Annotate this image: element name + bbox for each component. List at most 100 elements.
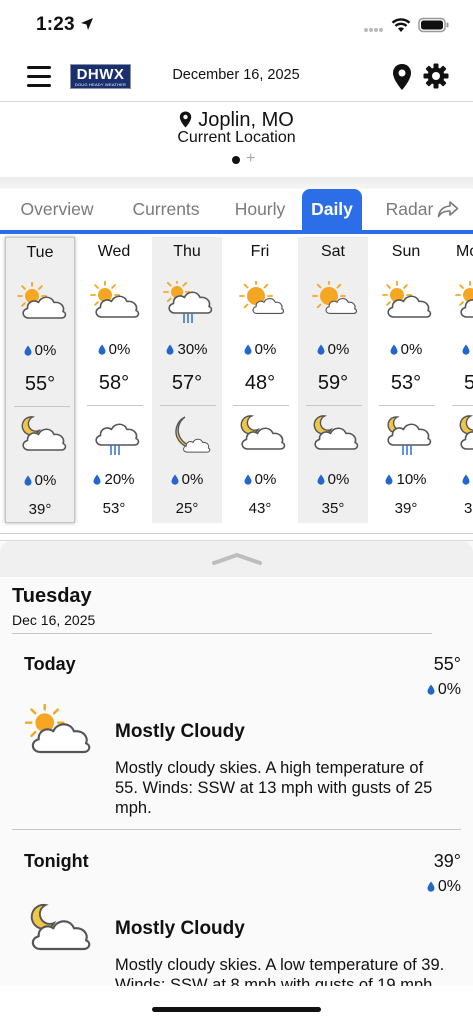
period-precip-value: 0% (437, 878, 461, 895)
night-precip: 20% (79, 471, 149, 488)
home-indicator[interactable] (152, 1007, 321, 1012)
location-subtitle: Current Location (177, 129, 296, 146)
day-high: 53° (390, 372, 422, 394)
day-precip-value: 0% (34, 342, 57, 359)
day-divider (379, 405, 435, 406)
raindrop-icon (427, 684, 435, 695)
day-name: Fri (250, 243, 270, 260)
day-precip: 0% (298, 341, 368, 358)
day-divider (306, 405, 362, 406)
raindrop-icon (24, 345, 32, 356)
sun-cloud-rain-icon (163, 281, 213, 323)
tab-hourly[interactable]: Hourly (224, 189, 296, 230)
day-high: 59° (317, 372, 349, 394)
day-divider (87, 405, 143, 406)
period-title: Tonight (24, 851, 89, 871)
day-high: 55° (24, 373, 56, 395)
add-location-button[interactable]: + (246, 150, 255, 168)
sheet-drag-handle[interactable] (0, 541, 473, 577)
day-precip: 0% (371, 341, 441, 358)
app-header: DHWX DOUG HEADY WEATHER December 16, 202… (0, 52, 473, 102)
raindrop-icon (462, 474, 470, 485)
header-date: December 16, 2025 (172, 67, 300, 83)
location-pin-icon[interactable] (391, 63, 413, 91)
period-condition: Mostly Cloudy (115, 721, 245, 742)
day-precip-value: 0% (327, 341, 350, 358)
raindrop-icon (171, 474, 179, 485)
day-column-fri[interactable]: Fri 0% 48° 0% 43° (225, 237, 295, 523)
location-pin-icon (180, 111, 192, 128)
period-condition: Mostly Cloudy (115, 918, 245, 939)
partly-cloudy-night-icon (313, 415, 359, 450)
tab-radar-label: Radar (385, 199, 434, 219)
tab-bar: Overview Currents Hourly Daily Radar (0, 189, 473, 230)
raindrop-icon (427, 881, 435, 892)
night-precip: 0% (6, 472, 74, 489)
period-today: Today 55° 0% Mostly Cloudy Mostly cloudy… (0, 654, 473, 854)
location-arrow-icon (81, 18, 93, 30)
night-precip-value: 0% (254, 471, 277, 488)
moon-cloud-rain-icon (387, 416, 432, 455)
tab-radar[interactable]: Radar (372, 189, 473, 230)
status-time: 1:23 (36, 14, 75, 35)
tab-overview[interactable]: Overview (8, 189, 106, 230)
day-precip-value: 30% (177, 341, 208, 358)
detail-divider (12, 633, 432, 634)
partly-sunny-icon (239, 281, 285, 315)
moon-cloud-icon (175, 416, 211, 453)
wifi-icon (391, 18, 411, 32)
day-divider (14, 406, 70, 407)
day-column-wed[interactable]: Wed 0% 58° 20% 53° (79, 237, 149, 523)
raindrop-icon (385, 474, 393, 485)
night-precip: 0% (152, 471, 222, 488)
tab-daily[interactable]: Daily (302, 189, 362, 230)
section-gap (0, 177, 473, 189)
tab-currents[interactable]: Currents (120, 189, 212, 230)
partly-cloudy-day-icon (382, 281, 432, 318)
day-column-mon[interactable]: Mon 1 5 1 3 (444, 237, 473, 523)
day-name: Thu (173, 243, 201, 260)
period-precip-value: 0% (437, 681, 461, 698)
night-precip: 1 (462, 471, 473, 488)
day-name: Sat (320, 243, 345, 260)
day-divider (160, 405, 216, 406)
day-precip-value: 0% (108, 341, 131, 358)
day-name: Wed (97, 243, 131, 260)
raindrop-icon (462, 344, 470, 355)
night-precip-value: 10% (396, 471, 427, 488)
location-block[interactable]: Joplin, MO Current Location + (0, 103, 473, 177)
partly-cloudy-day-icon (24, 704, 91, 754)
dhwx-logo: DHWX DOUG HEADY WEATHER (70, 64, 131, 89)
day-column-sat[interactable]: Sat 0% 59° 0% 35° (298, 237, 368, 523)
partly-cloudy-night-icon (240, 415, 286, 450)
chevron-up-icon (212, 553, 262, 565)
partly-cloudy-night-icon (459, 415, 473, 450)
day-column-thu[interactable]: Thu 30% 57° 0% 25° (152, 237, 222, 523)
pager-dot-active[interactable] (232, 156, 240, 164)
daily-forecast-strip[interactable]: Tue 0% 55° 0% 39° Wed 0% 58° 20% 53° Thu… (0, 234, 473, 534)
period-precip: 0% (427, 681, 461, 699)
night-precip: 10% (371, 471, 441, 488)
period-temp: 39° (433, 851, 461, 871)
day-high: 5 (464, 372, 473, 395)
day-low: 25° (175, 500, 199, 517)
day-name: Tue (26, 244, 54, 261)
period-tonight: Tonight 39° 0% Mostly Cloudy Mostly clou… (0, 851, 473, 986)
raindrop-icon (317, 474, 325, 485)
menu-icon-bar (27, 84, 51, 87)
raindrop-icon (166, 344, 174, 355)
day-column-tue[interactable]: Tue 0% 55° 0% 39° (5, 237, 75, 523)
status-bar: 1:23 (0, 0, 473, 52)
day-precip-value: 0% (254, 341, 277, 358)
raindrop-icon (93, 474, 101, 485)
day-high: 58° (98, 372, 130, 394)
day-precip: 0% (79, 341, 149, 358)
day-precip: 0% (6, 342, 74, 359)
gear-icon[interactable] (423, 63, 449, 89)
day-column-sun[interactable]: Sun 0% 53° 10% 39° (371, 237, 441, 523)
location-city: Joplin, MO (198, 109, 294, 131)
partly-cloudy-night-icon (30, 903, 91, 951)
menu-button[interactable] (27, 66, 51, 88)
day-low: 35° (321, 500, 345, 517)
signal-dots-icon (364, 28, 383, 32)
